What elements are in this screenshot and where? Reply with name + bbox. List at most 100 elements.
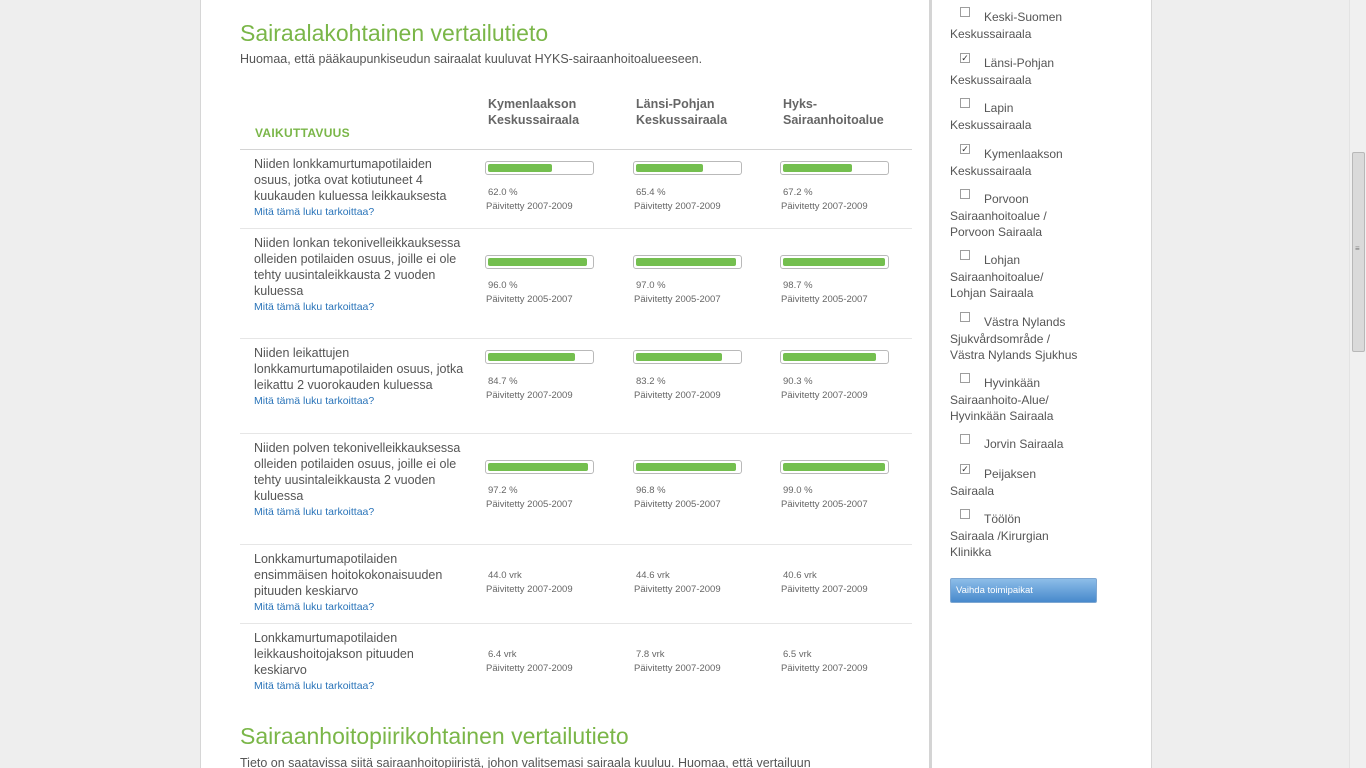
value-cell: 83.2 % Päivitetty 2007-2009 [633, 350, 749, 403]
checkbox-checked[interactable]: ✓ [960, 464, 970, 474]
info-link[interactable]: Mitä tämä luku tarkoittaa? [254, 204, 464, 220]
hospital-option[interactable]: Keski-Suomen Keskussairaala [950, 7, 1100, 42]
hospital-option[interactable]: ✓ Länsi-Pohjan Keskussairaala [950, 53, 1100, 88]
value-cell: 62.0 % Päivitetty 2007-2009 [485, 161, 601, 214]
hospital-name-line: Sairaala /Kirurgian [950, 528, 1049, 543]
checkbox[interactable] [960, 98, 970, 108]
hospital-option[interactable]: Töölön Sairaala /Kirurgian Klinikka [950, 509, 1100, 561]
updated-period: Päivitetty 2007-2009 [781, 663, 868, 674]
value-cell: 67.2 % Päivitetty 2007-2009 [780, 161, 896, 214]
row-label: Niiden lonkan tekonivelleikkauksessa oll… [254, 235, 464, 315]
section2-note: Tieto on saatavissa siitä sairaanhoitopi… [240, 756, 811, 768]
value-cell: 96.8 % Päivitetty 2005-2007 [633, 460, 749, 512]
updated-period: Päivitetty 2005-2007 [781, 499, 868, 510]
hospital-name-line: Töölön [984, 512, 1021, 526]
updated-period: Päivitetty 2007-2009 [486, 663, 573, 674]
hospital-name-line: Keskussairaala [950, 163, 1032, 178]
progress-bar [633, 350, 742, 364]
hospital-option[interactable]: Hyvinkään Sairaanhoito-Alue/Hyvinkään Sai… [950, 373, 1100, 425]
checkbox[interactable] [960, 434, 970, 444]
checkbox[interactable] [960, 312, 970, 322]
updated-period: Päivitetty 2007-2009 [781, 201, 868, 212]
hospital-option[interactable]: Västra Nylands Sjukvårdsområde / Västra Ny… [950, 312, 1100, 364]
row-label: Niiden leikattujen lonkkamurtumapotilaid… [254, 345, 464, 409]
hospital-name-line: Keskussairaala [950, 117, 1032, 132]
hospital-name-line: Lohjan Sairaala [950, 286, 1034, 300]
hospital-name-line: Sairaala [950, 483, 995, 498]
updated-period: Päivitetty 2005-2007 [634, 499, 721, 510]
indicator-value: 44.6 vrk [636, 570, 670, 581]
checkbox[interactable] [960, 509, 970, 519]
scrollbar-thumb[interactable]: ≡ [1352, 152, 1365, 352]
row-label: Lonkkamurtumapotilaiden leikkaushoitojak… [254, 630, 464, 694]
progress-fill [783, 463, 885, 471]
progress-bar [633, 460, 742, 474]
indicator-value: 62.0 % [488, 187, 518, 198]
hospital-name-line: Keski-Suomen [984, 10, 1063, 24]
indicator-value: 98.7 % [783, 280, 813, 291]
checkbox[interactable] [960, 250, 970, 260]
hospital-name-line: Kymenlaakson [984, 147, 1063, 161]
updated-period: Päivitetty 2007-2009 [634, 584, 721, 595]
progress-fill [636, 463, 736, 471]
indicator-value: 97.2 % [488, 485, 518, 496]
progress-fill [636, 353, 722, 361]
section-label-vaikuttavuus: VAIKUTTAVUUS [255, 126, 350, 140]
sidebar-divider [929, 0, 932, 768]
column-header-kymenlaakson: Kymenlaakson Keskussairaala [488, 97, 580, 127]
info-link[interactable]: Mitä tämä luku tarkoittaa? [254, 393, 464, 409]
updated-period: Päivitetty 2007-2009 [486, 201, 573, 212]
indicator-value: 97.0 % [636, 280, 666, 291]
table-row: Niiden lonkkamurtumapotilaiden osuus, jo… [240, 150, 912, 229]
value-cell: 96.0 % Päivitetty 2005-2007 [485, 255, 601, 307]
hospital-option[interactable]: Porvoon Sairaanhoitoalue / Porvoon Sairaal… [950, 189, 1100, 241]
info-link[interactable]: Mitä tämä luku tarkoittaa? [254, 599, 464, 615]
hospital-name-line: Porvoon Sairaala [950, 225, 1043, 239]
progress-fill [783, 164, 853, 172]
section2-title: Sairaanhoitopiirikohtainen vertailutieto [240, 723, 629, 749]
table-row: Niiden leikattujen lonkkamurtumapotilaid… [240, 339, 912, 434]
progress-fill [488, 463, 589, 471]
indicator-value: 44.0 vrk [488, 570, 522, 581]
hospital-name-line: Lapin [984, 101, 1014, 115]
indicator-value: 6.4 vrk [488, 649, 517, 660]
indicator-name: Niiden leikattujen lonkkamurtumapotilaid… [254, 346, 464, 392]
progress-bar [780, 460, 889, 474]
info-link[interactable]: Mitä tämä luku tarkoittaa? [254, 299, 464, 315]
hospital-name-line: Peijaksen [984, 467, 1037, 481]
updated-period: Päivitetty 2005-2007 [634, 294, 721, 305]
indicator-name: Niiden lonkan tekonivelleikkauksessa oll… [254, 236, 461, 298]
info-link[interactable]: Mitä tämä luku tarkoittaa? [254, 504, 464, 520]
checkbox[interactable] [960, 373, 970, 383]
checkbox[interactable] [960, 7, 970, 17]
checkbox-checked[interactable]: ✓ [960, 144, 970, 154]
vertical-scrollbar[interactable]: ≡ [1349, 0, 1366, 768]
checkbox[interactable] [960, 189, 970, 199]
progress-bar [485, 460, 594, 474]
change-hospitals-button[interactable]: Vaihda toimipaikat [950, 578, 1097, 603]
indicator-value: 96.0 % [488, 280, 518, 291]
column-header-hyks: Hyks-Sairaanhoitoalue [783, 97, 884, 127]
hospital-option[interactable]: Lapin Keskussairaala [950, 98, 1100, 133]
value-cell: 97.2 % Päivitetty 2005-2007 [485, 460, 601, 512]
hospital-option[interactable]: Jorvin Sairaala [950, 434, 1100, 453]
value-cell: 97.0 % Päivitetty 2005-2007 [633, 255, 749, 307]
value-cell: 98.7 % Päivitetty 2005-2007 [780, 255, 896, 307]
value-cell: 44.0 vrk Päivitetty 2007-2009 [486, 570, 601, 597]
hospital-name-line: Keskussairaala [950, 26, 1032, 41]
table-row: Niiden polven tekonivelleikkauksessa oll… [240, 434, 912, 545]
hospital-option[interactable]: Lohjan Sairaanhoitoalue/Lohjan Sairaala [950, 250, 1100, 302]
info-link[interactable]: Mitä tämä luku tarkoittaa? [254, 678, 464, 694]
table-row: Lonkkamurtumapotilaiden ensimmäisen hoit… [240, 545, 912, 624]
checkbox-checked[interactable]: ✓ [960, 53, 970, 63]
progress-bar [780, 255, 889, 269]
hospital-option[interactable]: ✓ Peijaksen Sairaala [950, 464, 1100, 499]
indicator-name: Niiden polven tekonivelleikkauksessa oll… [254, 441, 461, 503]
updated-period: Päivitetty 2007-2009 [486, 390, 573, 401]
hospital-option[interactable]: ✓ Kymenlaakson Keskussairaala [950, 144, 1100, 179]
value-cell: 99.0 % Päivitetty 2005-2007 [780, 460, 896, 512]
table-row: Lonkkamurtumapotilaiden leikkaushoitojak… [240, 624, 912, 704]
progress-fill [636, 164, 704, 172]
updated-period: Päivitetty 2005-2007 [486, 499, 573, 510]
updated-period: Päivitetty 2005-2007 [781, 294, 868, 305]
